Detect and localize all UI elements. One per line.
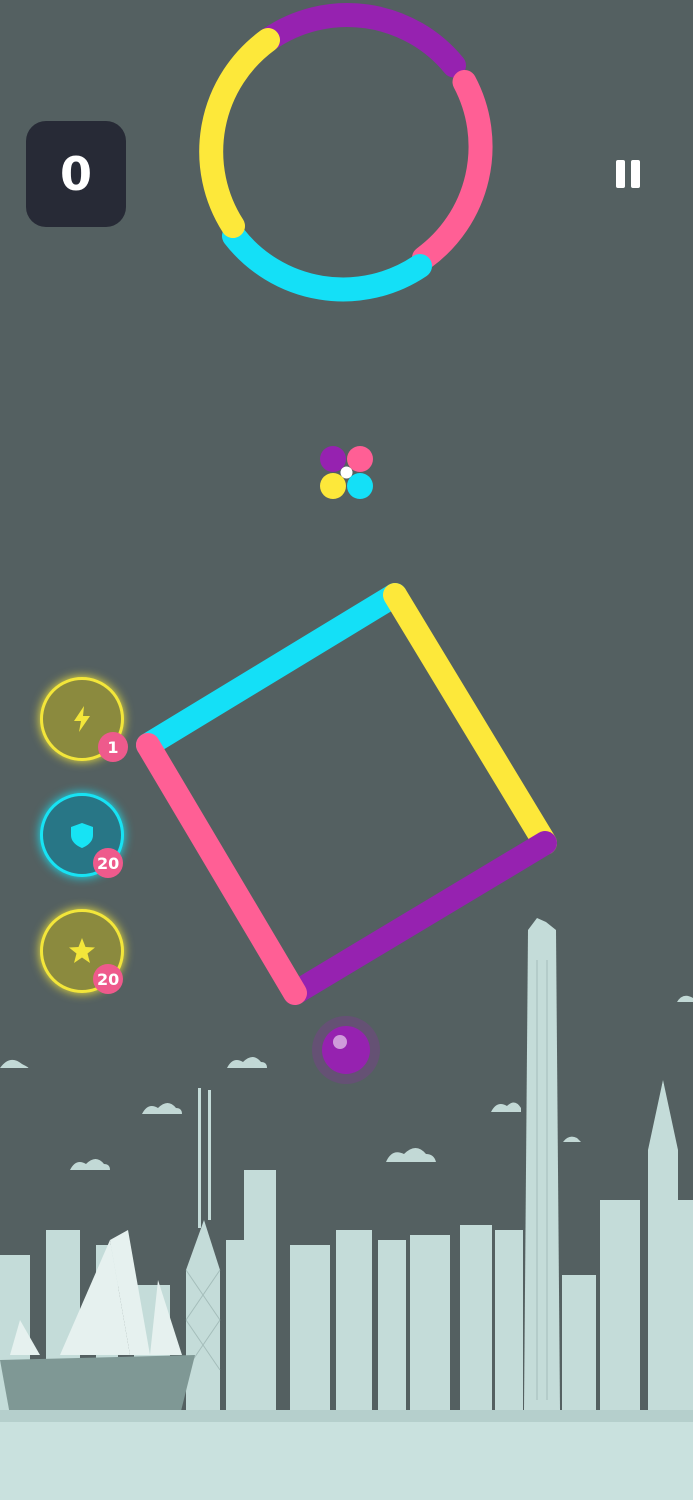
lightning-icon (74, 706, 90, 732)
pause-icon-bar-left (616, 160, 625, 188)
ring-segment-pink (412, 70, 493, 270)
ring-segment-cyan (222, 224, 432, 302)
player-ball (312, 1016, 380, 1084)
ring-segment-purple (257, 3, 466, 78)
square-side-purple (283, 831, 557, 1005)
pause-icon-bar-right (631, 160, 640, 188)
ring-obstacle (199, 3, 493, 302)
pause-button[interactable] (604, 150, 652, 198)
game-stage[interactable]: 0 1 20 20 (0, 0, 693, 1500)
shield-powerup-button[interactable]: 20 (40, 793, 124, 878)
score-display: 0 (26, 121, 126, 227)
square-obstacle (136, 583, 557, 1005)
star-powerup-button[interactable]: 20 (40, 909, 124, 994)
color-switcher-cyan (347, 473, 373, 499)
ring-segment-yellow (199, 28, 280, 238)
color-switcher-center (340, 466, 353, 479)
color-switcher (320, 446, 373, 499)
color-switcher-purple (320, 446, 346, 472)
shield-icon (71, 823, 93, 848)
shield-count-badge: 20 (93, 848, 124, 878)
square-side-cyan (136, 583, 407, 757)
score-value: 0 (59, 147, 92, 201)
square-side-pink (136, 733, 307, 1005)
square-side-yellow (383, 583, 557, 855)
star-icon (69, 938, 95, 963)
lightning-count-badge: 1 (98, 732, 128, 762)
color-switcher-pink (347, 446, 373, 472)
lightning-powerup-button[interactable]: 1 (40, 677, 128, 762)
color-switcher-yellow (320, 473, 346, 499)
